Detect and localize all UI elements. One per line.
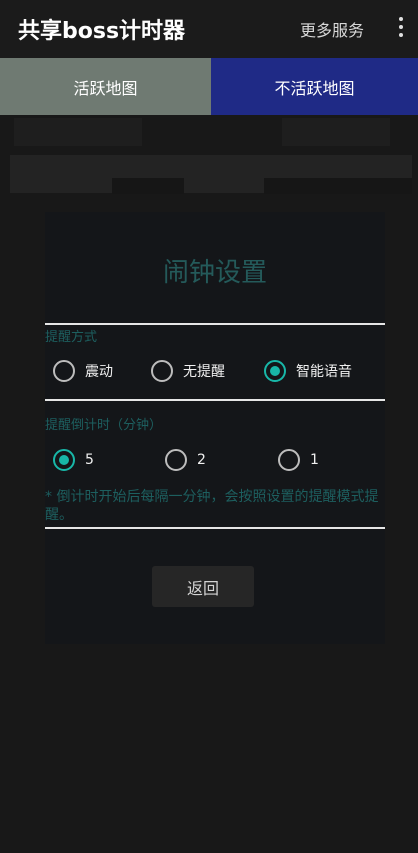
more-vertical-icon[interactable] [398,17,404,39]
app-bar: 共享boss计时器 更多服务 [0,0,418,58]
radio-label: 2 [197,452,206,468]
radio-label: 震动 [85,364,113,380]
reminder-method-label: 提醒方式 [45,330,98,345]
radio-no-reminder[interactable]: 无提醒 [151,360,225,382]
alarm-settings-dialog: 闹钟设置 提醒方式 震动 无提醒 智能语音 提醒倒计时（分钟） 5 2 1 * … [45,212,385,644]
radio-unchecked-icon [53,360,75,382]
radio-countdown-2[interactable]: 2 [165,449,206,471]
more-services-button[interactable]: 更多服务 [300,17,364,41]
dialog-title: 闹钟设置 [162,258,267,288]
background-notch [264,178,412,194]
divider [45,527,385,529]
tab-inactive-maps[interactable]: 不活跃地图 [211,58,418,115]
radio-countdown-1[interactable]: 1 [278,449,319,471]
radio-label: 无提醒 [183,364,225,380]
divider [45,399,385,401]
radio-unchecked-icon [165,449,187,471]
radio-unchecked-icon [151,360,173,382]
app-root: 共享boss计时器 更多服务 活跃地图 不活跃地图 闹钟设置 提醒方式 震动 无… [0,0,418,853]
radio-vibrate[interactable]: 震动 [53,360,113,382]
radio-label: 1 [310,452,319,468]
countdown-note: * 倒计时开始后每隔一分钟，会按照设置的提醒模式提醒。 [45,489,379,523]
divider [45,323,385,325]
countdown-label: 提醒倒计时（分钟） [45,418,163,433]
background-row [282,118,390,146]
radio-checked-icon [53,449,75,471]
app-title: 共享boss计时器 [18,19,186,44]
tab-active-maps[interactable]: 活跃地图 [0,58,211,115]
radio-checked-icon [264,360,286,382]
radio-label: 5 [85,452,94,468]
background-row [14,118,142,146]
radio-unchecked-icon [278,449,300,471]
radio-label: 智能语音 [296,364,352,380]
background-notch [112,178,184,194]
back-button[interactable]: 返回 [152,566,254,607]
radio-smart-voice[interactable]: 智能语音 [264,360,352,382]
map-tabs: 活跃地图 不活跃地图 [0,58,418,115]
radio-countdown-5[interactable]: 5 [53,449,94,471]
